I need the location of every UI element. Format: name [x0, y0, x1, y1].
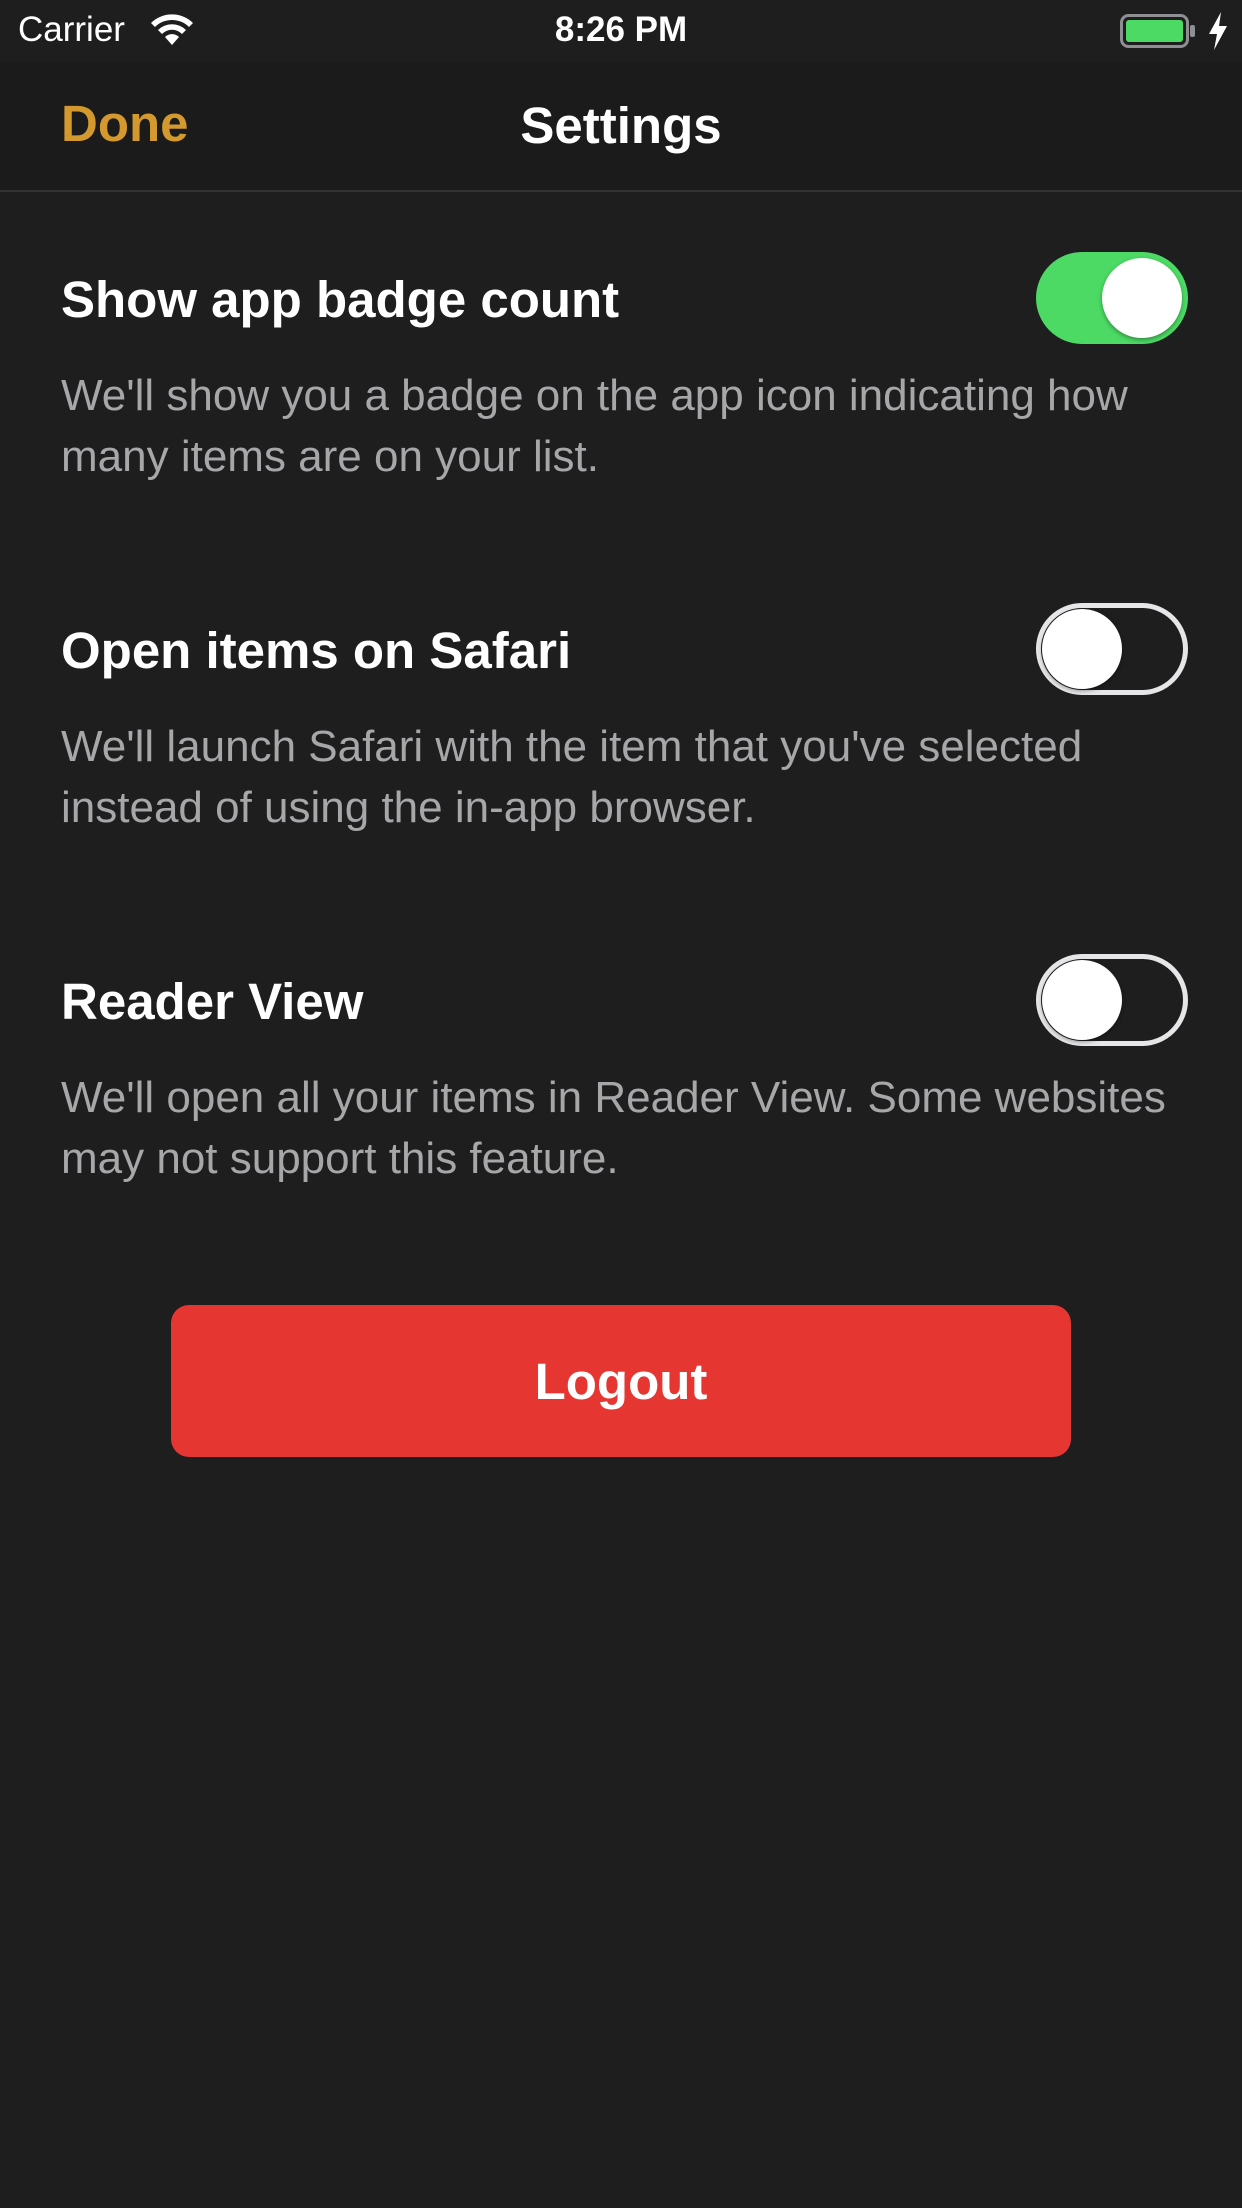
battery-icon: [1120, 14, 1195, 48]
charging-bolt-icon: [1209, 12, 1227, 50]
navigation-bar: Done Settings: [0, 62, 1242, 192]
page-title: Settings: [520, 97, 722, 154]
open-in-safari-toggle[interactable]: [1036, 603, 1188, 695]
reader-view-toggle[interactable]: [1036, 954, 1188, 1046]
toggle-knob: [1042, 960, 1122, 1040]
setting-title: Show app badge count: [61, 271, 620, 328]
setting-description: We'll show you a badge on the app icon i…: [61, 371, 1128, 481]
setting-title: Open items on Safari: [61, 622, 572, 679]
toggle-knob: [1042, 609, 1122, 689]
status-time: 8:26 PM: [554, 10, 688, 49]
logout-button[interactable]: Logout: [171, 1305, 1071, 1457]
setting-description: We'll launch Safari with the item that y…: [61, 722, 1083, 832]
setting-description: We'll open all your items in Reader View…: [61, 1073, 1166, 1183]
setting-title: Reader View: [61, 973, 364, 1030]
badge-count-toggle[interactable]: [1036, 252, 1188, 344]
toggle-knob: [1102, 258, 1182, 338]
status-bar: Carrier 8:26 PM: [0, 0, 1242, 62]
